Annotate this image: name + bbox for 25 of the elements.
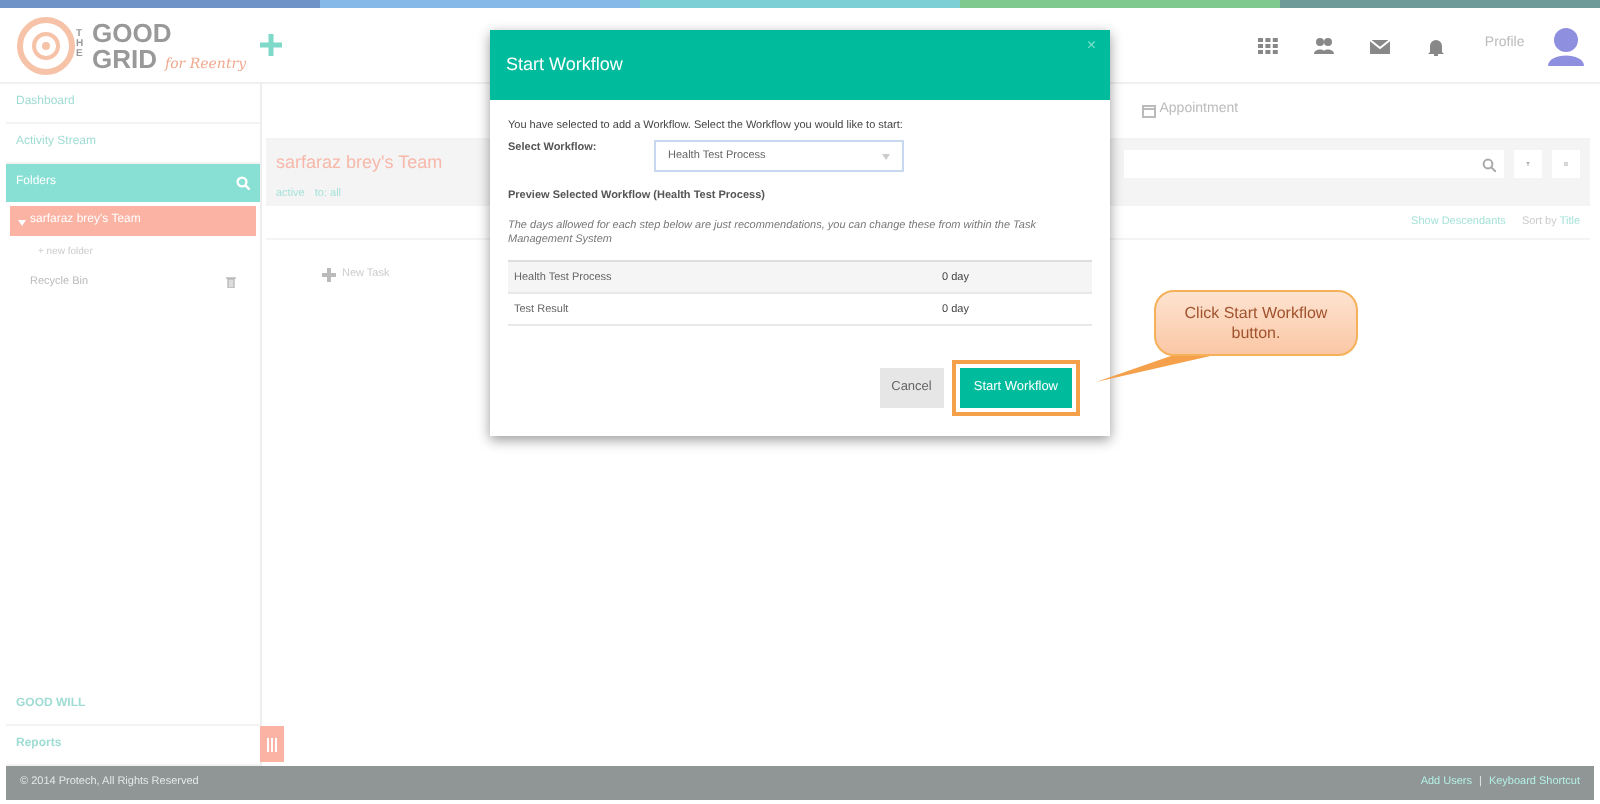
bars-icon (266, 737, 278, 751)
avatar-icon[interactable] (1548, 25, 1584, 65)
envelope-icon[interactable] (1370, 35, 1391, 55)
logo-icon (16, 15, 76, 75)
team-title: sarfaraz brey's Team (276, 150, 443, 176)
filter-button[interactable] (1514, 150, 1542, 178)
calendar-icon (1142, 104, 1156, 118)
users-icon[interactable] (1314, 35, 1335, 55)
menu-button[interactable] (1552, 150, 1580, 178)
plus-icon (322, 267, 336, 282)
logo-text: GOOD (92, 19, 174, 45)
panel-handle[interactable] (260, 726, 284, 762)
logo-text: GRID (92, 45, 157, 71)
search-icon[interactable] (236, 176, 250, 190)
caret-icon (882, 153, 890, 160)
callout: Click Start Workflow button. (1154, 290, 1358, 356)
modal-title: Start Workflow (506, 51, 623, 78)
grid-icon[interactable] (1258, 35, 1279, 55)
bell-icon[interactable] (1426, 35, 1447, 55)
close-button[interactable]: × (1086, 34, 1096, 58)
plus-icon[interactable] (260, 34, 283, 56)
trash-icon (226, 275, 236, 288)
search-field[interactable] (1124, 150, 1504, 178)
search-icon (1482, 157, 1496, 171)
caret-icon (18, 217, 26, 225)
